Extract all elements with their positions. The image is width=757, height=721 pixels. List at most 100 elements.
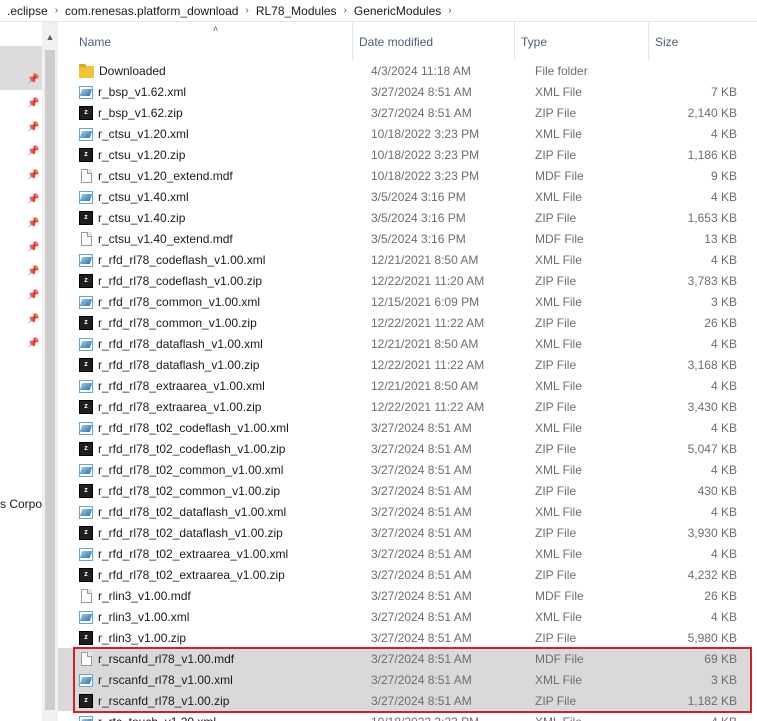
file-row[interactable]: r_rfd_rl78_t02_dataflash_v1.00.xml 3/27/2…: [58, 501, 757, 522]
file-row[interactable]: r_ctsu_v1.20.xml 10/18/2022 3:23 PM XML Fi…: [58, 123, 757, 144]
file-row[interactable]: r_rfd_rl78_t02_common_v1.00.xml 3/27/2024…: [58, 459, 757, 480]
file-row[interactable]: r_ctsu_v1.40.xml 3/5/2024 3:16 PM XML File…: [58, 186, 757, 207]
file-list-scrollbar[interactable]: [752, 22, 757, 721]
file-row[interactable]: z r_rfd_rl78_t02_common_v1.00.zip 3/27/202…: [58, 480, 757, 501]
file-type: ZIP File: [535, 315, 577, 330]
mdf-file-icon: [81, 168, 92, 183]
zip-file-icon: z: [79, 693, 93, 708]
file-size: 1,182 KB: [687, 693, 737, 708]
file-type: ZIP File: [535, 567, 577, 582]
file-name: r_ctsu_v1.20.xml: [98, 126, 189, 141]
column-header-date[interactable]: Date modified: [353, 22, 515, 60]
file-row[interactable]: Downloaded 4/3/2024 11:18 AM File folder: [58, 60, 757, 81]
chevron-right-icon[interactable]: ›: [444, 5, 455, 16]
file-type: ZIP File: [535, 273, 577, 288]
file-name-cell: z r_rfd_rl78_t02_common_v1.00.zip: [58, 483, 353, 498]
file-size: 1,653 KB: [687, 210, 737, 225]
file-name-cell: z r_rfd_rl78_extraarea_v1.00.zip: [58, 399, 353, 414]
file-type: MDF File: [535, 588, 584, 603]
file-row[interactable]: r_rlin3_v1.00.xml 3/27/2024 8:51 AM XML Fi…: [58, 606, 757, 627]
file-date: 12/21/2021 8:50 AM: [371, 336, 479, 351]
pin-icon: 📌: [27, 122, 40, 133]
pin-icon: 📌: [27, 242, 40, 253]
file-row[interactable]: r_rscanfd_rl78_v1.00.xml 3/27/2024 8:51 A…: [58, 669, 757, 690]
file-type: XML File: [535, 378, 582, 393]
file-size: 9 KB: [710, 168, 737, 183]
file-size: 4,232 KB: [687, 567, 737, 582]
file-name-cell: z r_rfd_rl78_t02_dataflash_v1.00.zip: [58, 525, 353, 540]
file-name: r_bsp_v1.62.zip: [98, 105, 183, 120]
xml-file-icon: [79, 547, 93, 561]
file-row[interactable]: z r_rscanfd_rl78_v1.00.zip 3/27/2024 8:51 …: [58, 690, 757, 711]
folder-icon: [79, 63, 94, 78]
xml-file-icon: [79, 127, 93, 141]
file-name: r_rfd_rl78_dataflash_v1.00.xml: [98, 336, 263, 351]
chevron-right-icon[interactable]: ›: [241, 5, 252, 16]
file-name: r_rfd_rl78_codeflash_v1.00.zip: [98, 273, 263, 288]
xml-file-icon: [79, 610, 93, 624]
file-row[interactable]: z r_rfd_rl78_extraarea_v1.00.zip 12/22/202…: [58, 396, 757, 417]
file-name: r_rfd_rl78_common_v1.00.xml: [98, 294, 261, 309]
file-row[interactable]: r_ctsu_v1.40_extend.mdf 3/5/2024 3:16 PM M…: [58, 228, 757, 249]
file-row[interactable]: z r_ctsu_v1.40.zip 3/5/2024 3:16 PM ZIP Fil…: [58, 207, 757, 228]
file-date: 10/18/2022 3:23 PM: [353, 715, 515, 721]
file-size: 3,930 KB: [687, 525, 737, 540]
scroll-up-arrow-icon[interactable]: ▲: [42, 30, 58, 44]
file-row[interactable]: r_rtc_touch_v1.20.xml 10/18/2022 3:23 PMX…: [58, 711, 757, 721]
file-type: ZIP File: [535, 441, 577, 456]
file-row[interactable]: z r_rfd_rl78_t02_extraarea_v1.00.zip 3/27/…: [58, 564, 757, 585]
file-name: r_rlin3_v1.00.zip: [98, 630, 187, 645]
file-type: XML File: [535, 609, 582, 624]
column-header-name[interactable]: ˄ Name: [58, 22, 353, 60]
file-row[interactable]: z r_bsp_v1.62.zip 3/27/2024 8:51 AM ZIP Fil…: [58, 102, 757, 123]
breadcrumb-segment[interactable]: RL78_Modules: [253, 4, 340, 18]
file-row[interactable]: r_rfd_rl78_dataflash_v1.00.xml 12/21/2021…: [58, 333, 757, 354]
mdf-file-icon: [81, 231, 92, 246]
file-row[interactable]: z r_rfd_rl78_t02_codeflash_v1.00.zip 3/27/…: [58, 438, 757, 459]
file-name-cell: r_ctsu_v1.20_extend.mdf: [58, 168, 353, 183]
file-row[interactable]: r_rfd_rl78_extraarea_v1.00.xml 12/21/2021…: [58, 375, 757, 396]
breadcrumb-segment[interactable]: com.renesas.platform_download: [62, 4, 241, 18]
breadcrumb-segment[interactable]: GenericModules: [351, 4, 444, 18]
file-name: r_rscanfd_rl78_v1.00.xml: [98, 672, 233, 687]
file-size: 1,186 KB: [687, 147, 737, 162]
file-row[interactable]: r_rfd_rl78_codeflash_v1.00.xml 12/21/2021…: [58, 249, 757, 270]
column-header-type[interactable]: Type: [515, 22, 649, 60]
file-date: 12/22/2021 11:22 AM: [371, 357, 485, 372]
file-row[interactable]: r_rlin3_v1.00.mdf 3/27/2024 8:51 AM MDF Fi…: [58, 585, 757, 606]
file-type: ZIP File: [535, 399, 577, 414]
chevron-right-icon[interactable]: ›: [340, 5, 351, 16]
nav-item-label[interactable]: s Corpo: [0, 497, 42, 511]
pin-icon: 📌: [27, 74, 40, 85]
file-row[interactable]: z r_rfd_rl78_common_v1.00.zip 12/22/2021 1…: [58, 312, 757, 333]
file-size: 4 KB: [710, 378, 737, 393]
file-row[interactable]: r_rfd_rl78_t02_codeflash_v1.00.xml 3/27/2…: [58, 417, 757, 438]
breadcrumb-segment[interactable]: .eclipse: [4, 4, 51, 18]
column-header-label: Name: [79, 35, 112, 49]
xml-file-icon: [79, 295, 93, 309]
nav-scrollbar[interactable]: ▲: [42, 22, 58, 721]
file-row[interactable]: z r_rfd_rl78_codeflash_v1.00.zip 12/22/202…: [58, 270, 757, 291]
xml-file-icon: [79, 673, 93, 687]
file-row[interactable]: z r_rfd_rl78_dataflash_v1.00.zip 12/22/202…: [58, 354, 757, 375]
file-row[interactable]: r_ctsu_v1.20_extend.mdf 10/18/2022 3:23 P…: [58, 165, 757, 186]
file-row[interactable]: r_bsp_v1.62.xml 3/27/2024 8:51 AM XML File…: [58, 81, 757, 102]
file-name-cell: r_ctsu_v1.40_extend.mdf: [58, 231, 353, 246]
scrollbar-thumb[interactable]: [45, 50, 55, 710]
file-size: 4 KB: [710, 126, 737, 141]
file-row[interactable]: r_rfd_rl78_t02_extraarea_v1.00.xml 3/27/2…: [58, 543, 757, 564]
zip-file-icon: z: [79, 147, 93, 162]
file-name: r_rscanfd_rl78_v1.00.zip: [98, 693, 230, 708]
column-header-size[interactable]: Size: [649, 22, 747, 60]
file-name-cell: r_rfd_rl78_dataflash_v1.00.xml: [58, 337, 353, 351]
file-row[interactable]: z r_rfd_rl78_t02_dataflash_v1.00.zip 3/27/…: [58, 522, 757, 543]
file-date: 10/18/2022 3:23 PM: [371, 126, 480, 141]
file-row[interactable]: r_rscanfd_rl78_v1.00.mdf 3/27/2024 8:51 A…: [58, 648, 757, 669]
zip-file-icon: z: [79, 525, 93, 540]
file-row[interactable]: r_rfd_rl78_common_v1.00.xml 12/15/2021 6:…: [58, 291, 757, 312]
file-row[interactable]: z r_rlin3_v1.00.zip 3/27/2024 8:51 AM ZIP F…: [58, 627, 757, 648]
chevron-right-icon[interactable]: ›: [51, 5, 62, 16]
file-date: 3/27/2024 8:51 AM: [371, 483, 472, 498]
file-row[interactable]: z r_ctsu_v1.20.zip 10/18/2022 3:23 PM ZIP F…: [58, 144, 757, 165]
column-header-label: Type: [521, 35, 548, 49]
